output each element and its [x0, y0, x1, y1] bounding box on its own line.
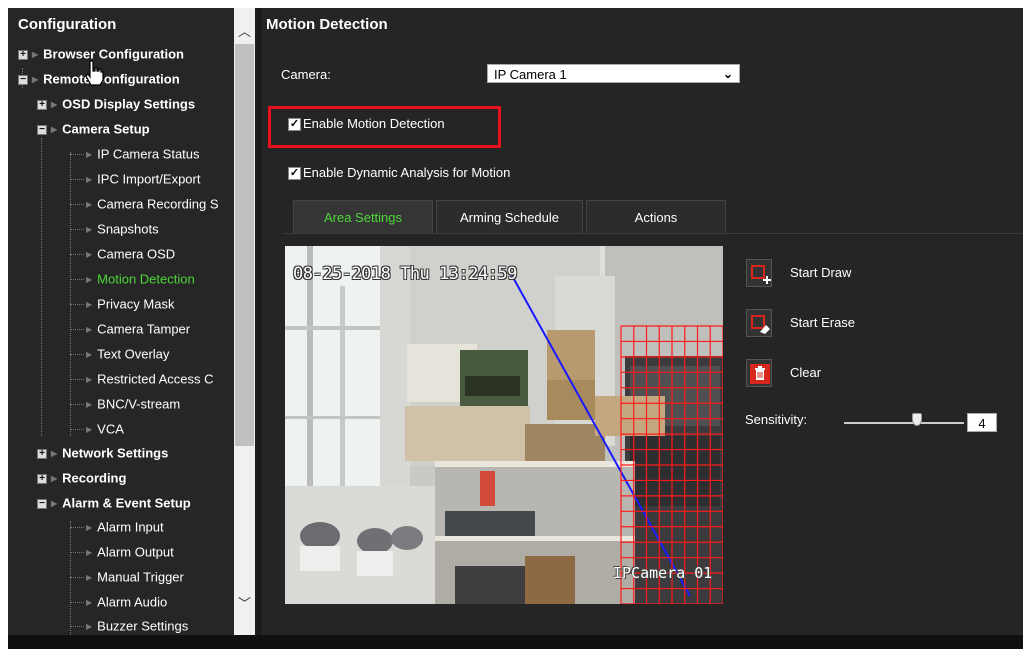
eraser-icon[interactable] — [746, 309, 772, 337]
expand-icon[interactable]: + — [18, 49, 28, 60]
chevron-right-icon: ▶ — [51, 473, 58, 483]
chevron-right-icon: ▶ — [86, 149, 93, 159]
tabs-divider — [282, 233, 1023, 234]
chevron-right-icon: ▶ — [86, 424, 93, 434]
camera-live-view[interactable]: 08-25-2018 Thu 13:24:59 IPCamera 01 — [285, 246, 723, 604]
start-erase-label: Start Erase — [790, 315, 856, 330]
sensitivity-value[interactable]: 4 — [967, 413, 997, 432]
chevron-right-icon: ▶ — [86, 522, 93, 532]
expand-icon[interactable]: + — [37, 99, 47, 110]
trash-icon[interactable] — [746, 359, 772, 387]
chevron-right-icon: ▶ — [86, 547, 93, 557]
sidebar-item-network-settings[interactable]: + ▶ Network Settings — [37, 443, 168, 463]
sensitivity-slider-track[interactable] — [844, 422, 964, 424]
tab-arming-schedule[interactable]: Arming Schedule — [436, 200, 583, 233]
chevron-right-icon: ▶ — [86, 399, 93, 409]
app-window: Configuration + ▶ Browser Configuration − ▶… — [8, 8, 1023, 649]
sidebar-item-snapshots[interactable]: ▶ Snapshots — [70, 219, 159, 239]
motion-detection-grid[interactable] — [285, 246, 723, 604]
chevron-right-icon: ▶ — [51, 99, 58, 109]
camera-select[interactable]: IP Camera 1 ⌄ — [487, 64, 740, 83]
expand-icon[interactable]: + — [37, 448, 47, 459]
collapse-icon[interactable]: − — [37, 124, 47, 135]
sidebar-item-osd-display-settings[interactable]: + ▶ OSD Display Settings — [37, 94, 195, 114]
sidebar-item-privacy-mask[interactable]: ▶ Privacy Mask — [70, 294, 174, 314]
chevron-right-icon: ▶ — [86, 299, 93, 309]
sidebar-item-recording[interactable]: + ▶ Recording — [37, 468, 126, 488]
sidebar-item-alarm-input[interactable]: ▶ Alarm Input — [70, 517, 164, 537]
panel-divider — [255, 8, 262, 635]
scroll-up-arrow-icon[interactable]: ︿ — [234, 22, 255, 42]
sidebar-item-camera-recording-settings[interactable]: ▶ Camera Recording S — [70, 194, 219, 214]
sidebar-item-manual-trigger[interactable]: ▶ Manual Trigger — [70, 567, 184, 587]
sidebar-scrollbar[interactable]: ︿ ﹀ — [234, 8, 255, 635]
hand-cursor-icon — [85, 60, 104, 86]
tab-area-settings[interactable]: Area Settings — [293, 200, 433, 233]
chevron-right-icon: ▶ — [51, 448, 58, 458]
chevron-right-icon: ▶ — [86, 324, 93, 334]
checkmark-icon[interactable]: ✓ — [288, 167, 301, 181]
sidebar-item-restricted-access[interactable]: ▶ Restricted Access C — [70, 369, 213, 389]
clear-label: Clear — [790, 365, 822, 380]
chevron-right-icon: ▶ — [86, 621, 93, 631]
scrollbar-thumb[interactable] — [235, 44, 254, 446]
collapse-icon[interactable]: − — [37, 498, 47, 509]
sensitivity-slider-thumb[interactable] — [912, 413, 922, 426]
sidebar-item-text-overlay[interactable]: ▶ Text Overlay — [70, 344, 169, 364]
sidebar-item-camera-tamper[interactable]: ▶ Camera Tamper — [70, 319, 190, 339]
sidebar-item-ipc-import-export[interactable]: ▶ IPC Import/Export — [70, 169, 200, 189]
tab-actions[interactable]: Actions — [586, 200, 726, 233]
chevron-right-icon: ▶ — [51, 498, 58, 508]
sidebar-item-alarm-audio[interactable]: ▶ Alarm Audio — [70, 592, 167, 612]
status-bar — [8, 635, 1023, 649]
sidebar-item-alarm-event-setup[interactable]: − ▶ Alarm & Event Setup — [37, 493, 191, 513]
sidebar-item-vca[interactable]: ▶ VCA — [70, 419, 124, 439]
chevron-right-icon: ▶ — [86, 224, 93, 234]
chevron-down-icon: ⌄ — [722, 67, 733, 81]
chevron-right-icon: ▶ — [86, 374, 93, 384]
chevron-right-icon: ▶ — [86, 597, 93, 607]
start-draw-label: Start Draw — [790, 265, 852, 280]
page-title: Motion Detection — [266, 16, 388, 33]
sidebar-item-ip-camera-status[interactable]: ▶ IP Camera Status — [70, 144, 200, 164]
sidebar-item-buzzer-settings[interactable]: ▶ Buzzer Settings — [70, 616, 188, 635]
enable-motion-detection-label: Enable Motion Detection — [303, 116, 445, 131]
scroll-down-arrow-icon[interactable]: ﹀ — [234, 594, 255, 614]
sensitivity-label: Sensitivity: — [745, 412, 808, 427]
sidebar-item-camera-setup[interactable]: − ▶ Camera Setup — [37, 119, 150, 139]
collapse-icon[interactable]: − — [18, 74, 28, 85]
motion-detection-panel: Motion Detection Camera: IP Camera 1 ⌄ ✓… — [262, 8, 1023, 635]
osd-camera-name: IPCamera 01 — [613, 564, 713, 582]
sidebar-item-bnc-v-stream[interactable]: ▶ BNC/V-stream — [70, 394, 180, 414]
sidebar-item-motion-detection[interactable]: ▶ Motion Detection — [70, 269, 195, 289]
chevron-right-icon: ▶ — [51, 124, 58, 134]
chevron-right-icon: ▶ — [32, 74, 39, 84]
enable-dynamic-analysis-label: Enable Dynamic Analysis for Motion — [303, 165, 511, 180]
chevron-right-icon: ▶ — [86, 349, 93, 359]
draw-area-icon[interactable] — [746, 259, 772, 287]
camera-select-value: IP Camera 1 — [494, 67, 567, 82]
chevron-right-icon: ▶ — [86, 572, 93, 582]
camera-label: Camera: — [281, 67, 331, 82]
osd-timestamp: 08-25-2018 Thu 13:24:59 — [293, 264, 517, 284]
config-sidebar: Configuration + ▶ Browser Configuration − ▶… — [8, 8, 255, 635]
checkmark-icon[interactable]: ✓ — [288, 118, 301, 132]
sidebar-item-camera-osd[interactable]: ▶ Camera OSD — [70, 244, 175, 264]
chevron-right-icon: ▶ — [86, 274, 93, 284]
tree-guide-line — [41, 138, 42, 436]
sidebar-title: Configuration — [18, 16, 117, 33]
chevron-right-icon: ▶ — [32, 49, 39, 59]
enable-dynamic-analysis-checkbox[interactable]: ✓ Enable Dynamic Analysis for Motion — [288, 164, 510, 182]
chevron-right-icon: ▶ — [86, 174, 93, 184]
chevron-right-icon: ▶ — [86, 199, 93, 209]
sidebar-item-alarm-output[interactable]: ▶ Alarm Output — [70, 542, 174, 562]
chevron-right-icon: ▶ — [86, 249, 93, 259]
expand-icon[interactable]: + — [37, 473, 47, 484]
enable-motion-detection-checkbox[interactable]: ✓ Enable Motion Detection — [288, 115, 445, 133]
